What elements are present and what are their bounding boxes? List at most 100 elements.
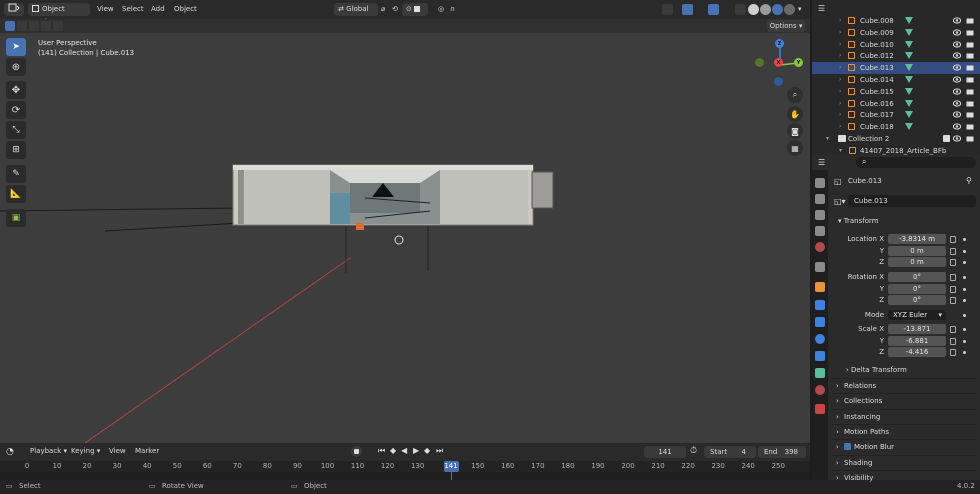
menu-select[interactable]: Select — [122, 3, 144, 16]
delta-transform-header[interactable]: › Delta Transform — [846, 366, 907, 374]
next-keyframe-button[interactable]: ◆ — [424, 446, 430, 455]
pan-button[interactable]: ✋ — [787, 106, 803, 122]
camera-icon[interactable] — [966, 88, 974, 95]
options-button[interactable]: Options ▾ — [767, 20, 805, 32]
menu-playback[interactable]: Playback ▾ — [30, 447, 67, 455]
jump-end-button[interactable]: ⏭ — [436, 446, 443, 456]
keyframe-dot-icon[interactable] — [963, 238, 966, 241]
shading-solid-icon[interactable] — [748, 4, 759, 15]
keyframe-dot-icon[interactable] — [963, 261, 966, 264]
eye-icon[interactable] — [952, 64, 962, 71]
play-reverse-button[interactable]: ◀ — [401, 446, 407, 455]
pivot-icon[interactable]: ⌀ — [381, 3, 385, 16]
keyframe-dot-icon[interactable] — [963, 288, 966, 291]
select-subtract-icon[interactable] — [29, 21, 39, 31]
lock-icon[interactable] — [950, 326, 956, 333]
properties-search[interactable]: ⌕ — [856, 157, 976, 168]
camera-icon[interactable] — [966, 100, 974, 107]
panel-header[interactable]: › Relations — [832, 378, 976, 391]
ortho-toggle-button[interactable]: ▦ — [787, 140, 803, 156]
tool-move[interactable]: ✥ — [6, 81, 26, 99]
keyframe-dot-icon[interactable] — [963, 351, 966, 354]
outliner-editor-icon[interactable]: ☰ — [818, 4, 825, 13]
scale-z-field[interactable]: -4.416 — [888, 347, 946, 357]
menu-keying[interactable]: Keying ▾ — [71, 447, 100, 455]
checkbox-icon[interactable] — [943, 135, 950, 142]
editor-type-button[interactable] — [4, 3, 24, 16]
view-layer-tab-icon[interactable] — [815, 226, 825, 236]
tool-annotate[interactable]: ✎ — [6, 165, 26, 183]
modifier-tab-icon[interactable] — [815, 300, 825, 310]
overlay-toggle-icon[interactable] — [708, 4, 719, 15]
current-frame-field[interactable]: 141 — [644, 446, 686, 458]
stopwatch-icon[interactable]: ⏱ — [690, 446, 697, 456]
camera-icon[interactable] — [966, 111, 974, 118]
proportional-edit-icon[interactable]: ◎ — [438, 3, 444, 16]
jump-start-button[interactable]: ⏮ — [378, 446, 385, 456]
keyframe-dot-icon[interactable] — [963, 299, 966, 302]
gizmo-toggle-icon[interactable] — [682, 4, 693, 15]
gizmo-z-axis[interactable]: Z — [775, 39, 784, 48]
camera-view-button[interactable]: ◙ — [787, 123, 803, 139]
keyframe-dot-icon[interactable] — [963, 340, 966, 343]
object-name-field[interactable]: Cube.013 — [848, 195, 976, 207]
camera-icon[interactable] — [966, 52, 974, 59]
camera-icon[interactable] — [966, 64, 974, 71]
location-z-field[interactable]: 0 m — [888, 257, 946, 267]
menu-add[interactable]: Add — [151, 3, 165, 16]
clock-icon[interactable]: ◔ — [6, 447, 14, 457]
outliner-row[interactable]: › Cube.015 — [812, 86, 980, 98]
eye-icon[interactable] — [952, 123, 962, 130]
select-invert-icon[interactable] — [41, 21, 51, 31]
lock-icon[interactable] — [950, 297, 956, 304]
rotation-x-field[interactable]: 0° — [888, 272, 946, 282]
tool-transform[interactable]: ⊞ — [6, 141, 26, 159]
eye-icon[interactable] — [952, 88, 962, 95]
camera-icon[interactable] — [966, 135, 974, 142]
shading-options-icon[interactable]: ▾ — [798, 3, 802, 16]
lock-icon[interactable] — [950, 248, 956, 255]
zoom-button[interactable]: ⌕ — [787, 87, 803, 103]
keyframe-dot-icon[interactable] — [963, 250, 966, 253]
eye-icon[interactable] — [952, 29, 962, 36]
keyframe-dot-icon[interactable] — [963, 314, 966, 317]
lock-icon[interactable] — [950, 338, 956, 345]
outliner-row[interactable]: › Cube.017 — [812, 109, 980, 121]
eye-icon[interactable] — [952, 135, 962, 142]
select-intersect-icon[interactable] — [53, 21, 63, 31]
gizmo-x-axis[interactable]: X — [774, 58, 783, 67]
snap-target-button[interactable]: ⊙ — [402, 3, 428, 16]
location-y-field[interactable]: 0 m — [888, 246, 946, 256]
menu-marker[interactable]: Marker — [135, 447, 159, 455]
outliner-row[interactable]: › Cube.008 — [812, 15, 980, 27]
scale-y-field[interactable]: -6.881 — [888, 336, 946, 346]
eye-icon[interactable] — [952, 40, 962, 48]
pin-icon[interactable]: ⚲ — [966, 176, 972, 185]
timeline-ruler[interactable]: 0 10 20 30 40 50 60 70 80 90 100 110 120 130 141 150 160… — [0, 461, 810, 472]
tool-tab-icon[interactable] — [815, 178, 825, 188]
rotation-mode-select[interactable]: XYZ Euler ▾ — [888, 310, 946, 320]
rotation-y-field[interactable]: 0° — [888, 284, 946, 294]
render-tab-icon[interactable] — [815, 194, 825, 204]
collection-tab-icon[interactable] — [815, 262, 825, 272]
object-tab-icon[interactable] — [815, 282, 825, 292]
properties-editor-icon[interactable]: ☰ — [818, 158, 825, 167]
texture-tab-icon[interactable] — [815, 404, 825, 414]
shading-rendered-icon[interactable] — [784, 4, 795, 15]
falloff-icon[interactable]: ∩ — [450, 3, 455, 16]
camera-icon[interactable] — [966, 29, 974, 36]
eye-icon[interactable] — [952, 99, 962, 107]
constraints-tab-icon[interactable] — [815, 351, 825, 361]
play-button[interactable]: ▶ — [413, 446, 419, 455]
lock-icon[interactable] — [950, 274, 956, 281]
physics-tab-icon[interactable] — [815, 334, 825, 344]
menu-object[interactable]: Object — [174, 3, 197, 16]
tool-add-cube[interactable]: ▣ — [6, 209, 26, 227]
menu-view-timeline[interactable]: View — [109, 447, 126, 455]
outliner-row[interactable]: › Cube.009 — [812, 27, 980, 39]
gizmo-neg-y[interactable] — [755, 58, 764, 67]
material-tab-icon[interactable] — [815, 385, 825, 395]
tool-cursor[interactable]: ⊕ — [6, 58, 26, 76]
outliner-collection-row[interactable]: ▾ Collection 2 — [812, 133, 980, 145]
lock-icon[interactable] — [950, 236, 956, 243]
